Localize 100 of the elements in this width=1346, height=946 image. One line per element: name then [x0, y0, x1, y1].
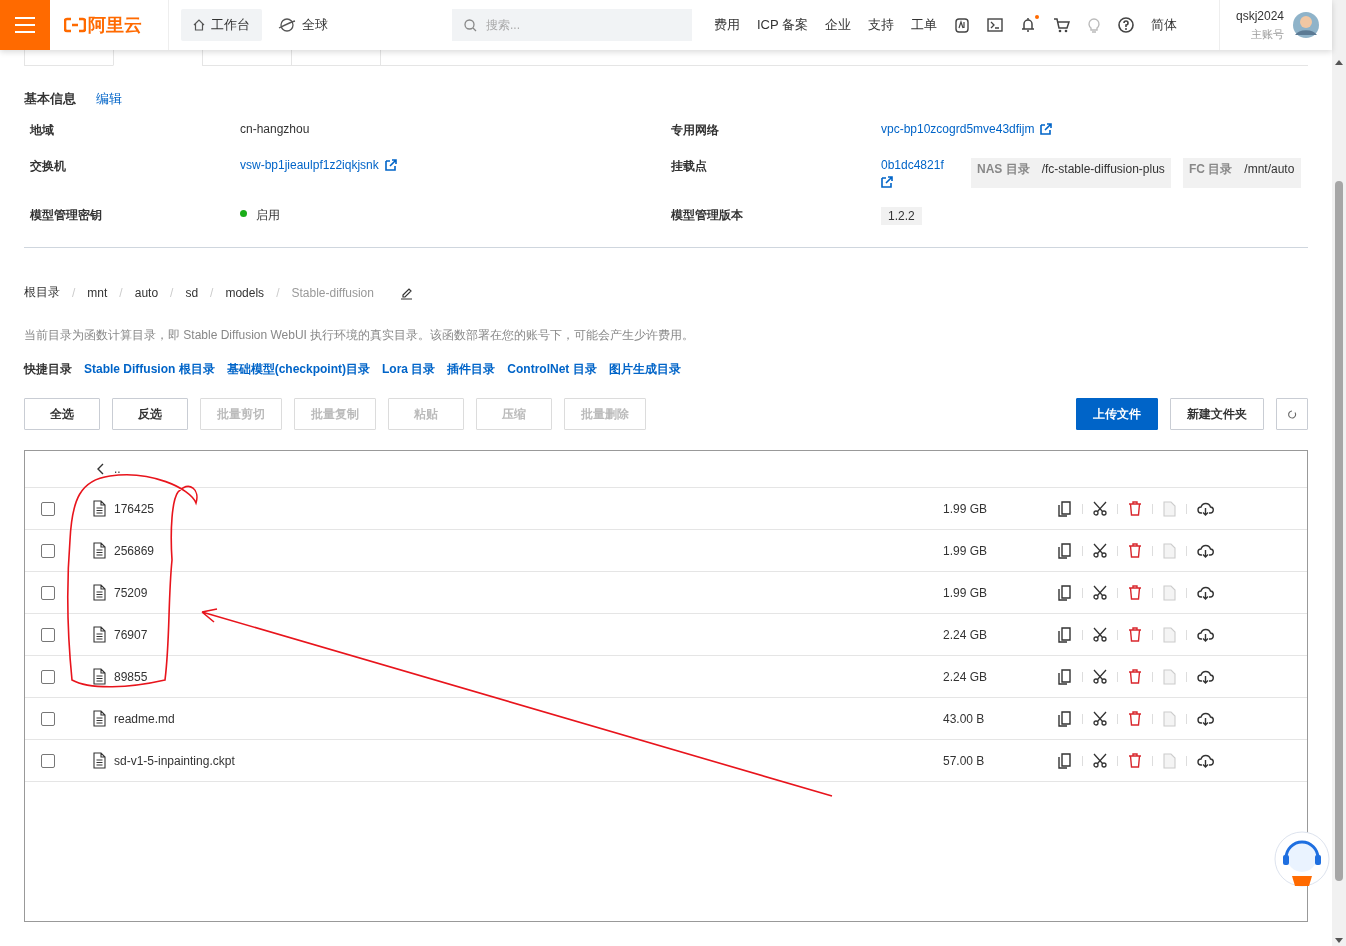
breadcrumb-item[interactable]: auto	[134, 285, 159, 300]
terminal-icon[interactable]	[987, 18, 1004, 32]
language-link[interactable]: 简体	[1151, 16, 1178, 34]
file-name[interactable]: 176425	[114, 501, 943, 516]
copy-icon[interactable]	[1058, 542, 1072, 559]
nav-link[interactable]: 企业	[825, 16, 852, 34]
checkbox[interactable]	[41, 585, 55, 600]
checkbox[interactable]	[41, 753, 55, 768]
trash-icon[interactable]	[1128, 753, 1142, 768]
api-icon[interactable]	[954, 16, 971, 34]
nav-link[interactable]: 支持	[868, 16, 895, 34]
section-title: 基本信息	[24, 90, 76, 108]
menu-button[interactable]	[0, 0, 50, 50]
resource-link[interactable]: 0b1dc4821f	[881, 158, 944, 172]
back-icon[interactable]	[97, 463, 104, 475]
new-folder-button[interactable]: 新建文件夹	[1170, 398, 1264, 430]
trash-icon[interactable]	[1128, 585, 1142, 600]
bell-icon[interactable]	[1020, 17, 1037, 33]
quick-dir-link[interactable]: 基础模型(checkpoint)目录	[226, 361, 370, 378]
quick-dir-link[interactable]: Stable Diffusion 根目录	[84, 361, 215, 378]
tab[interactable]	[24, 48, 114, 66]
quick-dir-link[interactable]: 图片生成目录	[608, 361, 681, 378]
copy-icon[interactable]	[1058, 752, 1072, 769]
search-field[interactable]: 搜索...	[452, 9, 692, 41]
scroll-down-icon[interactable]	[1335, 938, 1343, 943]
file-name[interactable]: 76907	[114, 627, 943, 642]
cloud-download-icon[interactable]	[1197, 711, 1214, 726]
document-icon	[1163, 584, 1176, 601]
document-icon	[1163, 710, 1176, 727]
file-icon	[93, 500, 106, 517]
file-name[interactable]: 89855	[114, 669, 943, 684]
resource-link[interactable]: vsw-bp1jieaulpf1z2iqkjsnk	[240, 158, 379, 172]
help-icon[interactable]	[1118, 17, 1135, 33]
edit-link[interactable]: 编辑	[96, 90, 122, 108]
scissors-icon[interactable]	[1093, 543, 1107, 558]
upload-button[interactable]: 上传文件	[1076, 398, 1158, 430]
checkbox[interactable]	[41, 501, 55, 516]
nav-link[interactable]: ICP 备案	[757, 16, 809, 34]
copy-icon[interactable]	[1058, 584, 1072, 601]
cloud-download-icon[interactable]	[1197, 543, 1214, 558]
trash-icon[interactable]	[1128, 711, 1142, 726]
nav-tab[interactable]: 工作台	[181, 9, 262, 41]
trash-icon[interactable]	[1128, 543, 1142, 558]
breadcrumb-separator: /	[119, 285, 123, 300]
cloud-download-icon[interactable]	[1197, 669, 1214, 684]
document-icon	[1163, 668, 1176, 685]
nav-link[interactable]: 工单	[911, 16, 938, 34]
avatar[interactable]	[1292, 11, 1320, 39]
status-text: 启用	[256, 207, 280, 224]
trash-icon[interactable]	[1128, 501, 1142, 516]
scissors-icon[interactable]	[1093, 627, 1107, 642]
external-link-icon[interactable]	[881, 176, 893, 188]
nav-tab[interactable]: 全球	[266, 9, 340, 41]
quick-dir-link[interactable]: Lora 目录	[382, 361, 436, 378]
quick-dirs-label: 快捷目录	[24, 361, 72, 378]
scissors-icon[interactable]	[1093, 753, 1107, 768]
cloud-download-icon[interactable]	[1197, 501, 1214, 516]
trash-icon[interactable]	[1128, 627, 1142, 642]
scrollbar-thumb[interactable]	[1335, 181, 1343, 881]
cloud-download-icon[interactable]	[1197, 627, 1214, 642]
user-name: qskj2024	[1235, 8, 1284, 23]
parent-directory[interactable]: ..	[114, 462, 121, 476]
breadcrumb-item: Stable-diffusion	[291, 285, 374, 300]
file-name[interactable]: readme.md	[114, 711, 943, 726]
scissors-icon[interactable]	[1093, 669, 1107, 684]
breadcrumb-item[interactable]: sd	[185, 285, 199, 300]
breadcrumb-item[interactable]: 根目录	[24, 284, 60, 301]
field-label: 模型管理密钥	[30, 207, 103, 224]
external-link-icon[interactable]	[1040, 123, 1053, 135]
trash-icon[interactable]	[1128, 669, 1142, 684]
assistant-icon[interactable]	[1274, 830, 1330, 888]
scissors-icon[interactable]	[1093, 585, 1107, 600]
nav-link[interactable]: 费用	[714, 16, 740, 34]
external-link-icon[interactable]	[384, 159, 397, 171]
checkbox[interactable]	[41, 711, 55, 726]
file-name[interactable]: 256869	[114, 543, 943, 558]
refresh-icon	[1287, 409, 1297, 419]
copy-icon[interactable]	[1058, 626, 1072, 643]
toolbar-button[interactable]: 全选	[24, 398, 100, 430]
scissors-icon[interactable]	[1093, 501, 1107, 516]
copy-icon[interactable]	[1058, 668, 1072, 685]
cart-icon[interactable]	[1053, 17, 1071, 33]
checkbox[interactable]	[41, 543, 55, 558]
scroll-up-icon[interactable]	[1335, 60, 1343, 65]
cloud-download-icon[interactable]	[1197, 585, 1214, 600]
breadcrumb-item[interactable]: models	[225, 285, 265, 300]
checkbox[interactable]	[41, 669, 55, 684]
file-icon	[93, 584, 106, 601]
cloud-download-icon[interactable]	[1197, 753, 1214, 768]
quick-dir-link[interactable]: 插件目录	[447, 361, 496, 378]
checkbox[interactable]	[41, 627, 55, 642]
file-name[interactable]: 75209	[114, 585, 943, 600]
file-name[interactable]: sd-v1-5-inpainting.ckpt	[114, 753, 943, 768]
resource-link[interactable]: vpc-bp10zcogrd5mve43dfijm	[881, 122, 1035, 136]
quick-dir-link[interactable]: ControlNet 目录	[507, 361, 597, 378]
copy-icon[interactable]	[1058, 500, 1072, 517]
scissors-icon[interactable]	[1093, 711, 1107, 726]
copy-icon[interactable]	[1058, 710, 1072, 727]
breadcrumb-item[interactable]: mnt	[87, 285, 108, 300]
toolbar-button[interactable]: 反选	[112, 398, 188, 430]
